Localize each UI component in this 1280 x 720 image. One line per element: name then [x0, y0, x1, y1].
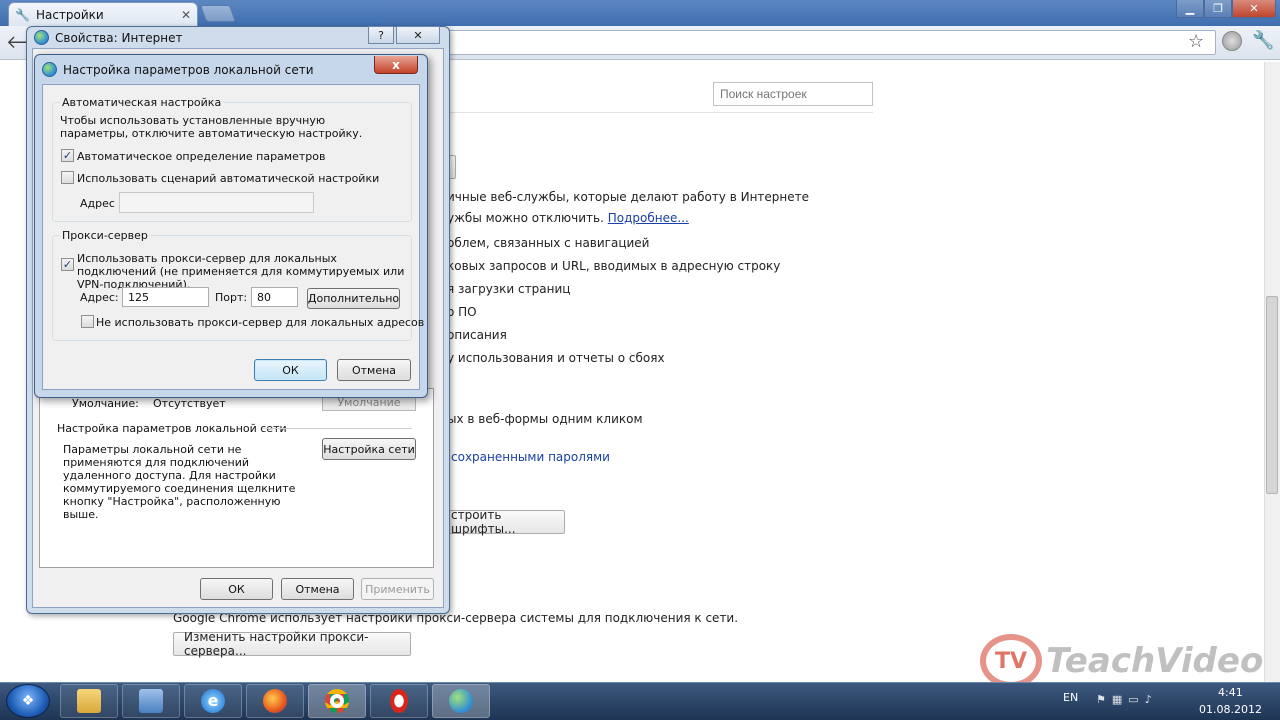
settings-search-input[interactable] — [713, 82, 873, 106]
tab-close-icon[interactable]: ✕ — [181, 8, 191, 22]
windows-logo-icon: ❖ — [21, 693, 35, 709]
maximize-button[interactable]: ❐ — [1204, 0, 1232, 18]
script-address-label: Адрес — [80, 197, 115, 210]
taskbar-firefox[interactable] — [246, 684, 304, 718]
use-script-checkbox[interactable] — [61, 171, 74, 184]
control-panel-icon — [139, 689, 163, 713]
manage-passwords-link[interactable]: сохраненными паролями — [451, 450, 610, 464]
lan-group-line — [262, 428, 412, 429]
chrome-icon — [325, 689, 349, 713]
window-controls: ▁ ❐ ✕ — [1176, 0, 1276, 18]
bypass-local-label: Не использовать прокси-сервер для локаль… — [96, 316, 425, 329]
lan-cancel-button[interactable]: Отмена — [337, 359, 411, 381]
auto-config-group-label: Автоматическая настройка — [60, 96, 224, 109]
tray-icons[interactable]: ⚑▦▭♪ — [1096, 693, 1158, 706]
taskbar-chrome[interactable] — [308, 684, 366, 718]
lan-settings-titlebar: Настройка параметров локальной сети — [42, 62, 314, 77]
settings-text-4: ковых запросов и URL, вводимых в адресну… — [447, 259, 781, 273]
minimize-button[interactable]: ▁ — [1176, 0, 1204, 18]
advanced-button[interactable]: Дополнительно — [307, 288, 400, 309]
language-indicator[interactable]: EN — [1063, 691, 1078, 704]
settings-text-3: облем, связанных с навигацией — [447, 236, 650, 250]
auto-config-description: Чтобы использовать установленные вручную… — [60, 114, 363, 140]
proxy-port-input[interactable] — [251, 287, 298, 307]
taskbar-opera[interactable] — [370, 684, 428, 718]
wrench-tab-icon: 🔧 — [15, 7, 30, 22]
new-tab-button[interactable] — [199, 5, 237, 22]
extension-icon[interactable] — [1222, 31, 1242, 51]
tray-network-icon[interactable]: ▦ — [1112, 693, 1128, 706]
tab-title: Настройки — [35, 7, 104, 22]
inet-cancel-button[interactable]: Отмена — [281, 578, 354, 600]
inet-close-button[interactable]: ✕ — [396, 26, 440, 44]
inet-ok-button[interactable]: ОК — [200, 578, 273, 600]
auto-detect-label: Автоматическое определение параметров — [77, 150, 326, 163]
scrollbar-thumb[interactable] — [1266, 296, 1278, 494]
bookmark-star-icon[interactable]: ☆ — [1188, 31, 1204, 52]
internet-options-icon — [449, 689, 473, 713]
chrome-tab-settings[interactable]: 🔧 Настройки ✕ — [8, 2, 198, 26]
tray-flag-icon[interactable]: ⚑ — [1096, 693, 1112, 706]
settings-text-2: ужбы можно отключить. Подробнее... — [447, 211, 689, 225]
internet-properties-titlebar: Свойства: Интернет — [34, 30, 183, 45]
clock-time[interactable]: 4:41 — [1218, 686, 1243, 699]
tray-display-icon[interactable]: ▭ — [1128, 693, 1144, 706]
use-proxy-label: Использовать прокси-сервер для локальных… — [77, 252, 405, 291]
opera-icon — [390, 689, 408, 713]
wrench-menu-icon[interactable]: 🔧 — [1252, 30, 1274, 51]
taskbar-explorer[interactable] — [60, 684, 118, 718]
default-label: Умолчание: — [72, 397, 139, 410]
lan-settings-group-label: Настройка параметров локальной сети — [57, 422, 287, 435]
use-script-label: Использовать сценарий автоматической нас… — [77, 172, 380, 185]
settings-divider — [440, 112, 873, 113]
settings-text-1: ичные веб-службы, которые делают работу … — [447, 190, 810, 204]
lan-close-button[interactable]: x — [374, 56, 418, 74]
address-bar[interactable] — [440, 30, 1216, 55]
use-proxy-checkbox[interactable]: ✓ — [61, 258, 74, 271]
tv-logo-mark: TV — [980, 634, 1042, 688]
internet-properties-title: Свойства: Интернет — [55, 30, 183, 45]
default-value: Отсутствует — [153, 397, 226, 410]
settings-text-5: я загрузки страниц — [447, 282, 571, 296]
settings-text-7: описания — [447, 328, 507, 342]
proxy-address-label: Адрес: — [80, 291, 119, 304]
customize-fonts-button[interactable]: строить шрифты... — [440, 508, 565, 536]
tray-volume-icon[interactable]: ♪ — [1145, 693, 1158, 706]
settings-text-2-body: ужбы можно отключить. — [447, 211, 604, 225]
lan-globe-icon — [42, 62, 57, 77]
settings-text-8: у использования и отчеты о сбоях — [447, 351, 665, 365]
lan-ok-button[interactable]: ОК — [254, 359, 327, 381]
watermark-brand: TeachVideo — [1046, 641, 1264, 681]
settings-text-6: о ПО — [447, 305, 477, 319]
close-window-button[interactable]: ✕ — [1232, 0, 1276, 18]
inet-apply-button[interactable]: Применить — [361, 578, 434, 600]
internet-globe-icon — [34, 30, 49, 45]
proxy-port-label: Порт: — [215, 291, 248, 304]
lan-settings-description: Параметры локальной сети не применяются … — [63, 443, 296, 521]
taskbar-internet-options[interactable] — [432, 684, 490, 718]
folder-icon — [77, 689, 101, 713]
lan-settings-title: Настройка параметров локальной сети — [63, 62, 314, 77]
help-button[interactable]: ? — [368, 26, 394, 44]
bypass-local-checkbox[interactable] — [81, 315, 94, 328]
taskbar-ie[interactable]: e — [184, 684, 242, 718]
proxy-address-input[interactable] — [122, 287, 209, 307]
internet-explorer-icon: e — [201, 689, 225, 713]
change-proxy-button[interactable]: Изменить настройки прокси-сервера... — [173, 630, 411, 658]
auto-detect-checkbox[interactable]: ✓ — [61, 149, 74, 162]
more-info-link[interactable]: Подробнее... — [608, 211, 689, 225]
proxy-group-label: Прокси-сервер — [60, 229, 150, 242]
teachvideo-watermark: TV TeachVideo — [980, 634, 1263, 688]
start-button[interactable]: ❖ — [6, 684, 50, 718]
use-proxy-check-icon: ✓ — [62, 258, 73, 271]
auto-detect-check-icon: ✓ — [62, 149, 73, 162]
taskbar-control-panel[interactable] — [122, 684, 180, 718]
script-address-input[interactable] — [119, 192, 314, 213]
settings-text-9: ых в веб-формы одним кликом — [447, 412, 643, 426]
lan-settings-button[interactable]: Настройка сети — [322, 438, 416, 460]
firefox-icon — [263, 689, 287, 713]
clock-date[interactable]: 01.08.2012 — [1199, 703, 1262, 716]
